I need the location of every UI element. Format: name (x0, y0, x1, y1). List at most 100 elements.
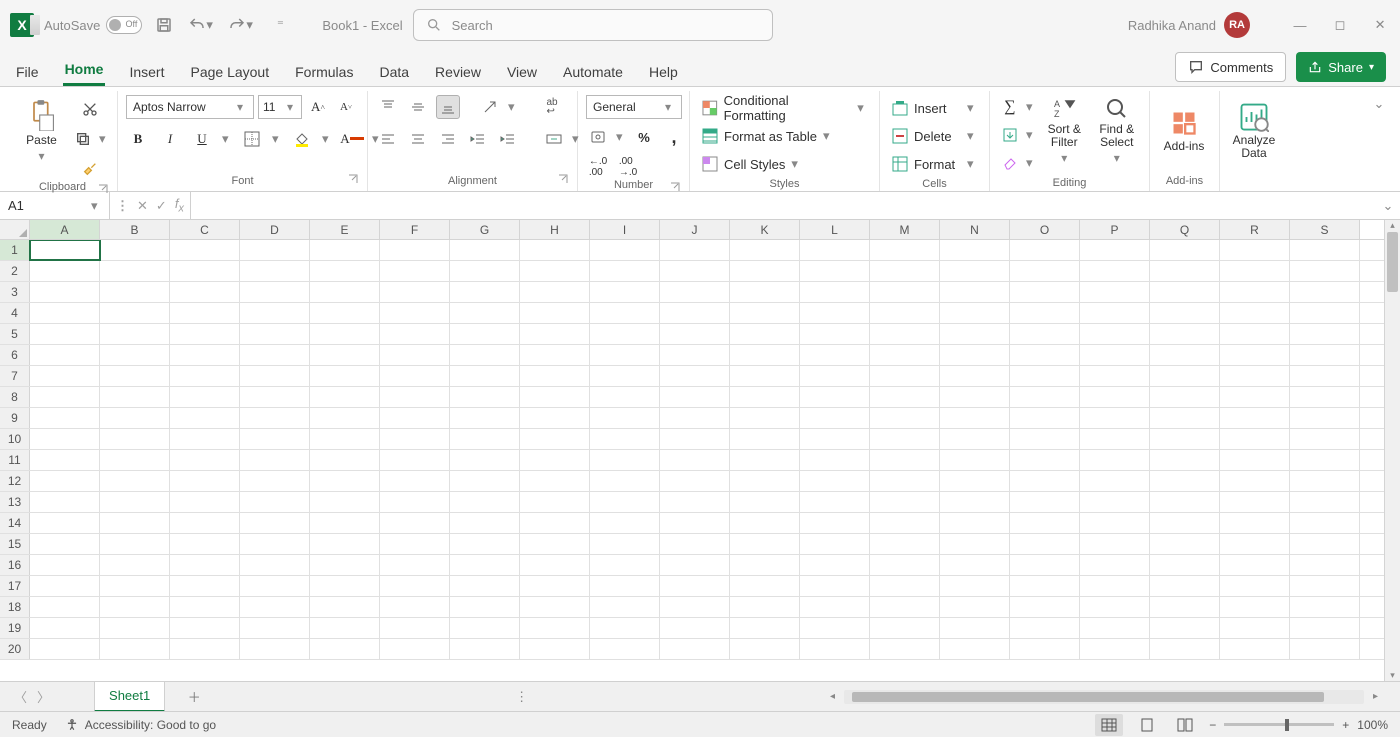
add-sheet-button[interactable]: ＋ (181, 684, 207, 710)
vertical-scrollbar[interactable] (1384, 220, 1400, 681)
zoom-in-button[interactable]: + (1342, 718, 1349, 732)
cell-B1[interactable] (100, 240, 170, 260)
cell-D14[interactable] (240, 513, 310, 533)
cell-R13[interactable] (1220, 492, 1290, 512)
font-color-button[interactable]: A (340, 127, 364, 151)
cell-S4[interactable] (1290, 303, 1360, 323)
cell-N16[interactable] (940, 555, 1010, 575)
cell-O8[interactable] (1010, 387, 1080, 407)
cell-F16[interactable] (380, 555, 450, 575)
cell-N1[interactable] (940, 240, 1010, 260)
cell-M11[interactable] (870, 450, 940, 470)
formula-input[interactable] (191, 192, 1376, 219)
cell-C10[interactable] (170, 429, 240, 449)
row-head-16[interactable]: 16 (0, 555, 30, 575)
cell-O7[interactable] (1010, 366, 1080, 386)
cell-G11[interactable] (450, 450, 520, 470)
cell-G16[interactable] (450, 555, 520, 575)
cell-S7[interactable] (1290, 366, 1360, 386)
cell-C6[interactable] (170, 345, 240, 365)
cell-P15[interactable] (1080, 534, 1150, 554)
cell-I4[interactable] (590, 303, 660, 323)
cell-P8[interactable] (1080, 387, 1150, 407)
cell-S3[interactable] (1290, 282, 1360, 302)
cell-A15[interactable] (30, 534, 100, 554)
cell-R3[interactable] (1220, 282, 1290, 302)
cell-L9[interactable] (800, 408, 870, 428)
cell-F7[interactable] (380, 366, 450, 386)
cell-S2[interactable] (1290, 261, 1360, 281)
cell-L4[interactable] (800, 303, 870, 323)
page-layout-view-button[interactable] (1133, 714, 1161, 736)
cell-L14[interactable] (800, 513, 870, 533)
cell-O19[interactable] (1010, 618, 1080, 638)
cell-I9[interactable] (590, 408, 660, 428)
cell-B17[interactable] (100, 576, 170, 596)
cell-K15[interactable] (730, 534, 800, 554)
clear-button[interactable] (998, 151, 1022, 175)
decrease-decimal-button[interactable]: .00→.0 (616, 155, 640, 179)
cell-H7[interactable] (520, 366, 590, 386)
cell-N19[interactable] (940, 618, 1010, 638)
cell-D13[interactable] (240, 492, 310, 512)
cell-I20[interactable] (590, 639, 660, 659)
cell-J7[interactable] (660, 366, 730, 386)
cell-L18[interactable] (800, 597, 870, 617)
cell-F14[interactable] (380, 513, 450, 533)
cell-F8[interactable] (380, 387, 450, 407)
col-head-H[interactable]: H (520, 220, 590, 239)
cell-B7[interactable] (100, 366, 170, 386)
cell-M8[interactable] (870, 387, 940, 407)
cell-H6[interactable] (520, 345, 590, 365)
cell-D5[interactable] (240, 324, 310, 344)
cell-I10[interactable] (590, 429, 660, 449)
col-head-E[interactable]: E (310, 220, 380, 239)
cell-Q1[interactable] (1150, 240, 1220, 260)
cell-A16[interactable] (30, 555, 100, 575)
cell-Q16[interactable] (1150, 555, 1220, 575)
cell-I7[interactable] (590, 366, 660, 386)
cell-L3[interactable] (800, 282, 870, 302)
cell-S14[interactable] (1290, 513, 1360, 533)
row-head-5[interactable]: 5 (0, 324, 30, 344)
cell-O14[interactable] (1010, 513, 1080, 533)
user-avatar[interactable]: RA (1224, 12, 1250, 38)
cell-P20[interactable] (1080, 639, 1150, 659)
cell-P17[interactable] (1080, 576, 1150, 596)
increase-font-button[interactable]: A˄ (306, 95, 330, 119)
cell-L6[interactable] (800, 345, 870, 365)
cell-L2[interactable] (800, 261, 870, 281)
cell-D4[interactable] (240, 303, 310, 323)
cell-O15[interactable] (1010, 534, 1080, 554)
zoom-slider[interactable] (1224, 723, 1334, 726)
cell-S8[interactable] (1290, 387, 1360, 407)
cell-Q7[interactable] (1150, 366, 1220, 386)
cell-B9[interactable] (100, 408, 170, 428)
cell-F11[interactable] (380, 450, 450, 470)
zoom-level[interactable]: 100% (1357, 718, 1388, 732)
cell-K14[interactable] (730, 513, 800, 533)
cell-N10[interactable] (940, 429, 1010, 449)
cell-N17[interactable] (940, 576, 1010, 596)
cell-S13[interactable] (1290, 492, 1360, 512)
cell-B12[interactable] (100, 471, 170, 491)
cell-D7[interactable] (240, 366, 310, 386)
cell-D19[interactable] (240, 618, 310, 638)
cell-H20[interactable] (520, 639, 590, 659)
cell-R20[interactable] (1220, 639, 1290, 659)
cell-K3[interactable] (730, 282, 800, 302)
cell-E3[interactable] (310, 282, 380, 302)
cell-A17[interactable] (30, 576, 100, 596)
cell-D20[interactable] (240, 639, 310, 659)
row-head-3[interactable]: 3 (0, 282, 30, 302)
share-button[interactable]: Share ▾ (1296, 52, 1386, 82)
cell-G19[interactable] (450, 618, 520, 638)
cell-G18[interactable] (450, 597, 520, 617)
cell-P13[interactable] (1080, 492, 1150, 512)
cell-G5[interactable] (450, 324, 520, 344)
font-name-combo[interactable]: Aptos Narrow▾ (126, 95, 254, 119)
cell-D2[interactable] (240, 261, 310, 281)
cell-H13[interactable] (520, 492, 590, 512)
cell-B19[interactable] (100, 618, 170, 638)
cell-I2[interactable] (590, 261, 660, 281)
